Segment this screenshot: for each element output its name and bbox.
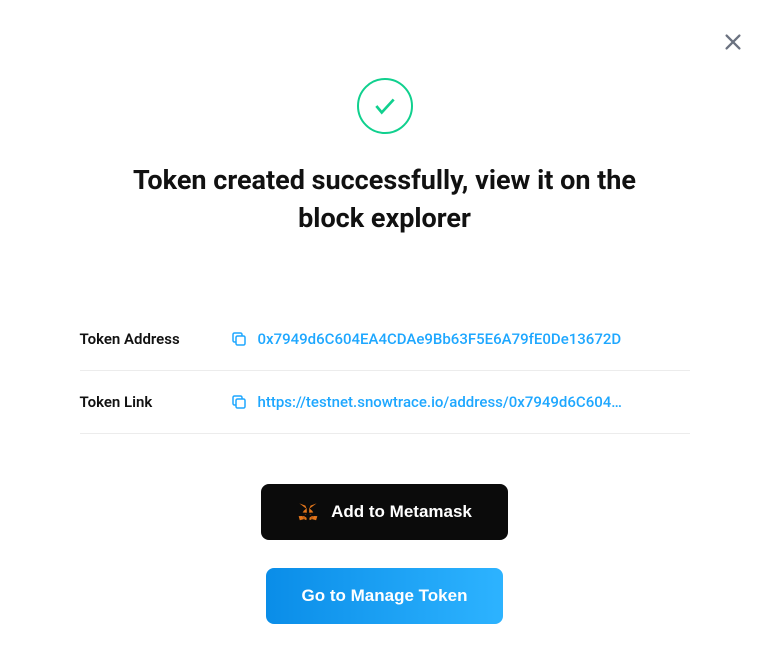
token-address-value[interactable]: 0x7949d6C604EA4CDAe9Bb63F5E6A79fE0De1367…	[258, 330, 622, 348]
close-icon	[722, 31, 744, 53]
go-to-manage-token-button[interactable]: Go to Manage Token	[266, 568, 504, 624]
copy-icon	[230, 393, 248, 411]
token-link-value-wrap: https://testnet.snowtrace.io/address/0x7…	[230, 393, 690, 411]
token-link-row: Token Link https://testnet.snowtrace.io/…	[80, 371, 690, 434]
copy-address-button[interactable]	[230, 330, 248, 348]
metamask-icon	[297, 501, 319, 523]
success-indicator	[357, 78, 413, 134]
token-address-row: Token Address 0x7949d6C604EA4CDAe9Bb63F5…	[80, 308, 690, 371]
button-group: Add to Metamask Go to Manage Token	[261, 484, 508, 624]
add-to-metamask-button[interactable]: Add to Metamask	[261, 484, 508, 540]
add-to-metamask-label: Add to Metamask	[331, 502, 472, 522]
copy-link-button[interactable]	[230, 393, 248, 411]
token-link-label: Token Link	[80, 393, 230, 411]
info-block: Token Address 0x7949d6C604EA4CDAe9Bb63F5…	[80, 308, 690, 434]
modal-content: Token created successfully, view it on t…	[0, 0, 769, 624]
close-button[interactable]	[719, 28, 747, 56]
checkmark-icon	[372, 93, 398, 119]
token-address-label: Token Address	[80, 330, 230, 348]
token-link-value[interactable]: https://testnet.snowtrace.io/address/0x7…	[258, 393, 622, 411]
copy-icon	[230, 330, 248, 348]
token-address-value-wrap: 0x7949d6C604EA4CDAe9Bb63F5E6A79fE0De1367…	[230, 330, 690, 348]
manage-token-label: Go to Manage Token	[302, 586, 468, 606]
modal-title: Token created successfully, view it on t…	[105, 162, 665, 238]
